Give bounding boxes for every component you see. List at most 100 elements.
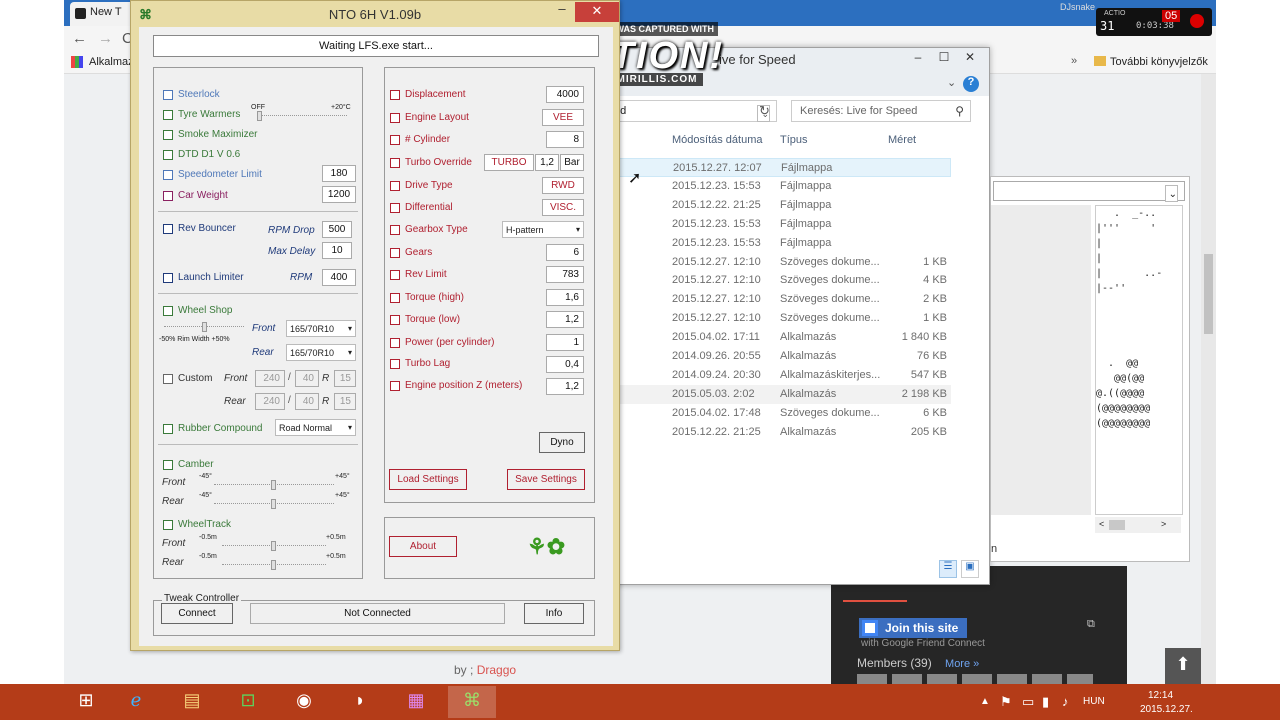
- file-row[interactable]: 2014.09.26. 20:55 Alkalmazás 76 KB: [617, 347, 951, 366]
- bookmarks-more-chevron-icon[interactable]: »: [1071, 55, 1077, 67]
- slider-knob[interactable]: [202, 322, 207, 332]
- custom-rear-rim[interactable]: 15: [334, 393, 356, 410]
- help-icon[interactable]: ?: [963, 76, 979, 92]
- slider-knob[interactable]: [271, 541, 276, 551]
- action-center-icon[interactable]: ⚑: [1000, 694, 1012, 710]
- refresh-icon[interactable]: ↻: [759, 103, 770, 119]
- column-type[interactable]: Típus: [780, 134, 808, 146]
- custom-front-rim[interactable]: 15: [334, 370, 356, 387]
- record-dot-icon[interactable]: [1190, 14, 1204, 28]
- camber-front-slider[interactable]: [214, 480, 334, 490]
- start-windows-icon[interactable]: ⊞: [62, 686, 110, 718]
- wheeltrack-checkbox[interactable]: [163, 520, 173, 530]
- save-settings-button[interactable]: Save Settings: [507, 469, 585, 490]
- car-weight-input[interactable]: 1200: [322, 186, 356, 203]
- connect-button[interactable]: Connect: [161, 603, 233, 624]
- file-row[interactable]: 2015.12.22. 21:25 Fájlmappa: [617, 196, 951, 215]
- custom-checkbox[interactable]: [163, 374, 173, 384]
- slider-knob[interactable]: [271, 560, 276, 570]
- search-icon[interactable]: ⚲: [955, 104, 964, 118]
- rim-width-slider[interactable]: [164, 322, 244, 332]
- winrar-icon[interactable]: ▦: [392, 686, 440, 718]
- turbo-lag-checkbox[interactable]: [390, 359, 400, 369]
- file-row[interactable]: 2015.12.23. 15:53 Fájlmappa: [617, 177, 951, 196]
- display-icon[interactable]: ▭: [1022, 694, 1034, 710]
- volume-icon[interactable]: ♪: [1062, 694, 1069, 709]
- bookmark-folder-other[interactable]: További könyvjelzők: [1110, 56, 1208, 68]
- rev-limit-input[interactable]: 783: [546, 266, 584, 283]
- member-avatars[interactable]: [857, 674, 1093, 684]
- scrollbar-thumb[interactable]: [1204, 254, 1213, 334]
- network-icon[interactable]: ▮: [1042, 694, 1049, 710]
- file-explorer-icon[interactable]: ▤: [168, 686, 216, 718]
- rubber-select[interactable]: Road Normal ▾: [275, 419, 356, 436]
- displacement-input[interactable]: 4000: [546, 86, 584, 103]
- engine-z-input[interactable]: 1,2: [546, 378, 584, 395]
- displacement-checkbox[interactable]: [390, 90, 400, 100]
- torque-high-input[interactable]: 1,6: [546, 289, 584, 306]
- wt-front-slider[interactable]: [222, 541, 326, 551]
- file-row[interactable]: 2015.04.02. 17:11 Alkalmazás 1 840 KB: [617, 328, 951, 347]
- custom-rear-width[interactable]: 240: [255, 393, 285, 410]
- front-tyre-select[interactable]: 165/70R10 ▾: [286, 320, 356, 337]
- torque-low-checkbox[interactable]: [390, 315, 400, 325]
- file-row[interactable]: 2015.12.22. 21:25 Alkalmazás 205 KB: [617, 423, 951, 442]
- forward-arrow-icon[interactable]: →: [98, 30, 113, 47]
- custom-front-profile[interactable]: 40: [295, 370, 319, 387]
- file-row[interactable]: 2015.12.27. 12:10 Szöveges dokume... 1 KB: [617, 253, 951, 272]
- info-button[interactable]: Info: [524, 603, 584, 624]
- file-row[interactable]: 2015.12.27. 12:10 Szöveges dokume... 1 KB: [617, 309, 951, 328]
- slider-knob[interactable]: [271, 480, 276, 490]
- file-row[interactable]: 2015.12.27. 12:10 Szöveges dokume... 4 KB: [617, 271, 951, 290]
- close-icon[interactable]: ✕: [575, 1, 619, 22]
- car-weight-checkbox[interactable]: [163, 191, 173, 201]
- clock-date[interactable]: 2015.12.27.: [1140, 704, 1193, 715]
- dyno-button[interactable]: Dyno: [539, 432, 585, 453]
- minimize-icon[interactable]: –: [549, 1, 575, 21]
- load-settings-button[interactable]: Load Settings: [389, 469, 467, 490]
- browser-scrollbar[interactable]: [1201, 74, 1216, 684]
- join-site-button[interactable]: Join this site: [859, 618, 967, 638]
- column-date[interactable]: Módosítás dátuma: [672, 134, 763, 146]
- cylinder-checkbox[interactable]: [390, 135, 400, 145]
- ribbon-expand-chevron-icon[interactable]: ⌄: [947, 76, 956, 89]
- bookmark-apps[interactable]: Alkalmaz: [89, 56, 134, 68]
- tyre-warmers-slider[interactable]: [257, 111, 347, 121]
- file-row[interactable]: 2015.05.03. 2:02 Alkalmazás 2 198 KB: [617, 384, 951, 404]
- wt-rear-slider[interactable]: [222, 560, 326, 570]
- custom-front-width[interactable]: 240: [255, 370, 285, 387]
- drive-button[interactable]: RWD: [542, 177, 584, 194]
- custom-rear-profile[interactable]: 40: [295, 393, 319, 410]
- steerlock-checkbox[interactable]: [163, 90, 173, 100]
- turbo-lag-input[interactable]: 0,4: [546, 356, 584, 373]
- large-icons-view-icon[interactable]: ▣: [961, 560, 979, 578]
- chrome-icon[interactable]: ◉: [280, 686, 328, 718]
- scroll-right-icon[interactable]: >: [1161, 519, 1166, 529]
- close-icon[interactable]: ✕: [955, 48, 985, 70]
- launch-rpm-input[interactable]: 400: [322, 269, 356, 286]
- horizontal-scrollbar[interactable]: < >: [1095, 517, 1181, 533]
- dtd-checkbox[interactable]: [163, 150, 173, 160]
- torque-high-checkbox[interactable]: [390, 293, 400, 303]
- layout-checkbox[interactable]: [390, 113, 400, 123]
- speedo-input[interactable]: 180: [322, 165, 356, 182]
- turbo-bar-input[interactable]: 1,2: [535, 154, 559, 171]
- address-bar[interactable]: ed ⌄: [607, 100, 777, 122]
- camber-rear-slider[interactable]: [214, 499, 334, 509]
- file-row[interactable]: 2015.12.23. 15:53 Fájlmappa: [617, 234, 951, 253]
- tyre-warmers-checkbox[interactable]: [163, 110, 173, 120]
- store-icon[interactable]: ⊡: [224, 686, 272, 718]
- turbo-button[interactable]: TURBO: [484, 154, 534, 171]
- rev-bouncer-checkbox[interactable]: [163, 224, 173, 234]
- torque-low-input[interactable]: 1,2: [546, 311, 584, 328]
- search-input[interactable]: Keresés: Live for Speed ⚲: [791, 100, 971, 122]
- about-button[interactable]: About: [389, 536, 457, 557]
- language-indicator[interactable]: HUN: [1083, 696, 1105, 707]
- camber-checkbox[interactable]: [163, 460, 173, 470]
- file-row[interactable]: 2015.12.27. 12:07 Fájlmappa: [617, 158, 951, 177]
- launch-limiter-checkbox[interactable]: [163, 273, 173, 283]
- power-input[interactable]: 1: [546, 334, 584, 351]
- slider-knob[interactable]: [271, 499, 276, 509]
- file-row[interactable]: 2014.09.24. 20:30 Alkalmazáskiterjes... 54…: [617, 366, 951, 385]
- author-link[interactable]: Draggo: [477, 663, 516, 677]
